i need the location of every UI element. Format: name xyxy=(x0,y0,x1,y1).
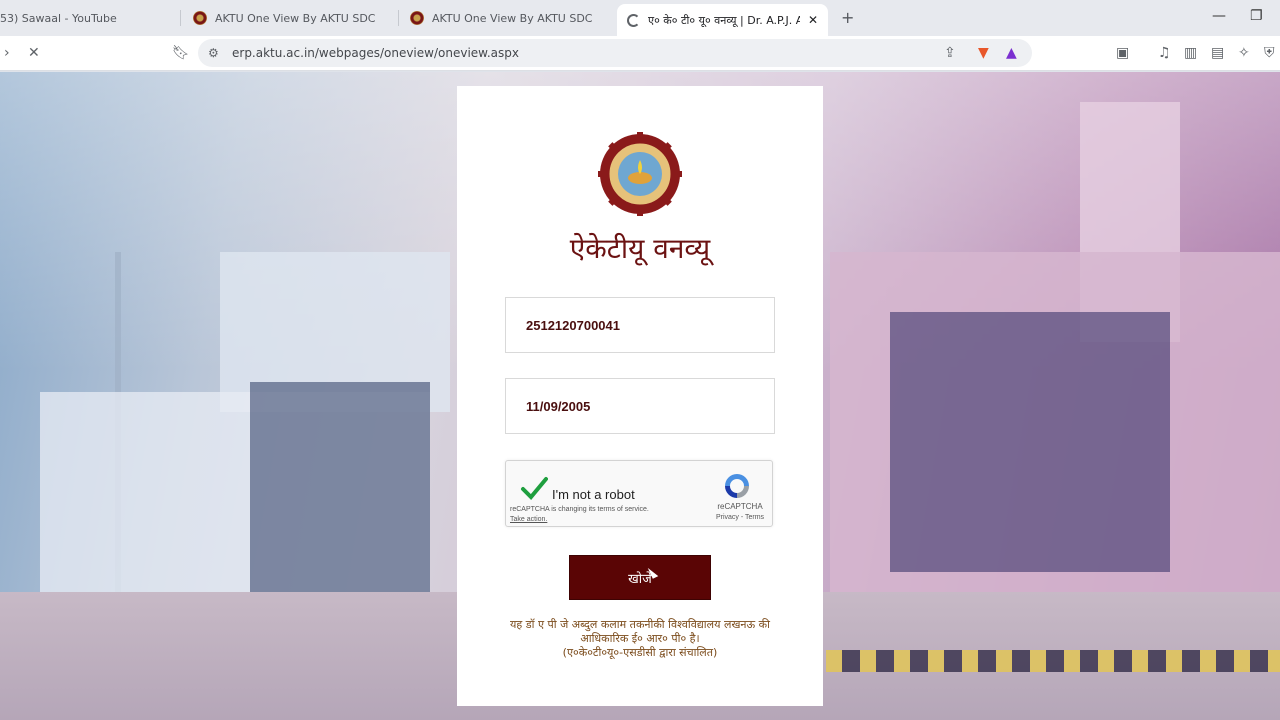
footer-note: यह डॉ ए पी जे अब्दुल कलाम तकनीकी विश्ववि… xyxy=(487,618,793,660)
tab-aktu-2[interactable]: AKTU One View By AKTU SDC xyxy=(410,4,592,32)
new-tab-button[interactable]: + xyxy=(841,8,854,27)
login-card: ऐकेटीयू वनव्यू I'm not a robot reCAPTCHA… xyxy=(457,86,823,706)
checkmark-icon[interactable] xyxy=(520,475,548,503)
captcha-notice-text: reCAPTCHA is changing its terms of servi… xyxy=(510,506,649,513)
footer-line: यह डॉ ए पी जे अब्दुल कलाम तकनीकी विश्ववि… xyxy=(510,618,770,631)
site-settings-icon[interactable]: ⚙ xyxy=(208,46,219,60)
background-photo xyxy=(890,312,1170,572)
stop-loading-icon[interactable]: ✕ xyxy=(28,45,40,61)
aktu-favicon-icon xyxy=(410,11,424,25)
footer-line: आधिकारिक ई० आर० पी० है। xyxy=(580,632,700,645)
extension-icon[interactable]: ▣ xyxy=(1116,45,1129,61)
wallet-icon[interactable]: ▤ xyxy=(1211,45,1224,61)
tab-divider xyxy=(398,10,399,26)
loading-spinner-icon xyxy=(627,13,640,27)
captcha-notice: reCAPTCHA is changing its terms of servi… xyxy=(510,505,649,525)
share-icon[interactable]: ⇪ xyxy=(944,45,956,61)
maximize-icon[interactable]: ❐ xyxy=(1250,8,1263,24)
browser-toolbar: › ✕ 🔖︎ ⚙ erp.aktu.ac.in/webpages/oneview… xyxy=(0,36,1280,71)
vpn-icon[interactable]: ⛨ xyxy=(1264,45,1275,61)
aktu-favicon-icon xyxy=(193,11,207,25)
recaptcha-brand: reCAPTCHA xyxy=(717,502,763,511)
recaptcha-widget: I'm not a robot reCAPTCHA is changing it… xyxy=(505,460,773,527)
tab-title: 53) Sawaal - YouTube xyxy=(0,11,117,25)
recaptcha-logo-icon xyxy=(725,474,749,498)
url-text[interactable]: erp.aktu.ac.in/webpages/oneview/oneview.… xyxy=(232,46,519,60)
brave-shields-icon[interactable]: ▼ xyxy=(978,45,989,61)
background-photo xyxy=(826,650,1280,672)
tab-title: ए० के० टी० यू० वनव्यू | Dr. A.P.J. A xyxy=(648,13,800,27)
brave-rewards-icon[interactable]: ▲ xyxy=(1006,45,1017,61)
bookmark-icon[interactable]: 🔖︎ xyxy=(172,45,190,61)
sidebar-icon[interactable]: ▥ xyxy=(1184,45,1197,61)
tab-title: AKTU One View By AKTU SDC xyxy=(432,11,593,25)
university-logo xyxy=(598,132,682,216)
forward-icon[interactable]: › xyxy=(4,45,10,61)
dob-input[interactable] xyxy=(506,379,774,433)
tab-divider xyxy=(180,10,181,26)
close-tab-icon[interactable]: ✕ xyxy=(808,13,818,27)
tab-aktu-active[interactable]: ए० के० टी० यू० वनव्यू | Dr. A.P.J. A ✕ xyxy=(617,4,828,36)
roll-number-field[interactable] xyxy=(505,297,775,353)
captcha-label: I'm not a robot xyxy=(552,487,635,502)
portal-title: ऐकेटीयू वनव्यू xyxy=(569,232,711,265)
tab-strip: 53) Sawaal - YouTube AKTU One View By AK… xyxy=(0,0,1280,36)
tab-title: AKTU One View By AKTU SDC xyxy=(215,11,376,25)
search-button[interactable]: खोजें xyxy=(569,555,711,600)
tab-aktu-1[interactable]: AKTU One View By AKTU SDC xyxy=(193,4,375,32)
roll-number-input[interactable] xyxy=(506,298,774,352)
footer-line: (ए०के०टी०यू०-एसडीसी द्वारा संचालित) xyxy=(562,646,718,659)
leo-ai-icon[interactable]: ✧ xyxy=(1238,45,1250,61)
address-bar[interactable]: ⚙ erp.aktu.ac.in/webpages/oneview/onevie… xyxy=(198,39,1032,67)
dob-field[interactable] xyxy=(505,378,775,434)
minimize-icon[interactable]: — xyxy=(1212,8,1226,24)
media-icon[interactable]: ♫ xyxy=(1158,45,1171,61)
privacy-terms-links[interactable]: Privacy - Terms xyxy=(708,514,772,521)
tab-youtube[interactable]: 53) Sawaal - YouTube xyxy=(0,4,117,32)
take-action-link[interactable]: Take action. xyxy=(510,515,649,525)
